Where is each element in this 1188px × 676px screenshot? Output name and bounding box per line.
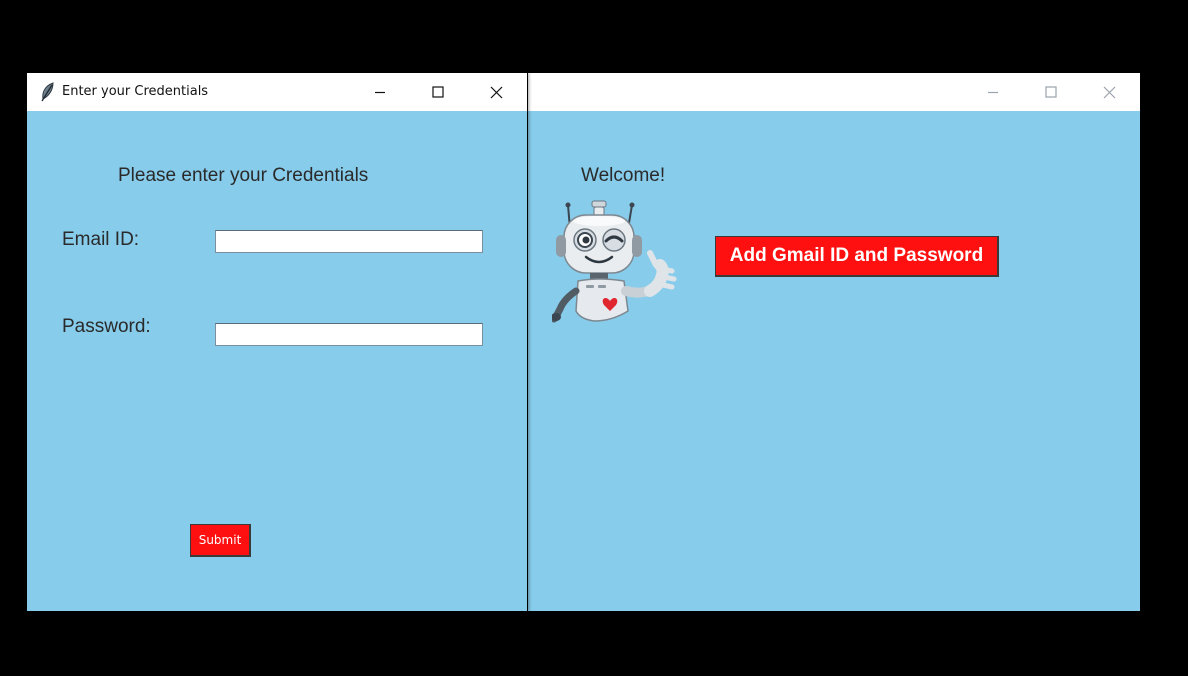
add-gmail-button[interactable]: Add Gmail ID and Password — [715, 236, 999, 277]
minimize-icon — [988, 91, 998, 94]
minimize-button[interactable] — [964, 73, 1022, 111]
feather-icon — [41, 82, 54, 102]
robot-mascot-image — [552, 200, 677, 323]
maximize-icon — [432, 86, 444, 98]
password-input[interactable] — [215, 323, 483, 346]
credentials-window-titlebar[interactable]: Enter your Credentials — [27, 73, 527, 111]
credentials-window-client-area: Please enter your Credentials Email ID: … — [27, 111, 527, 611]
welcome-text: Welcome! — [581, 165, 666, 186]
maximize-button[interactable] — [1022, 73, 1080, 111]
main-window: Welcome! Add Gmail ID and Password — [528, 73, 1140, 611]
maximize-button[interactable] — [409, 73, 467, 111]
password-label: Password: — [62, 316, 151, 337]
credentials-window-title: Enter your Credentials — [62, 84, 209, 99]
close-button[interactable] — [1080, 73, 1138, 111]
minimize-button[interactable] — [351, 73, 409, 111]
submit-button[interactable]: Submit — [190, 524, 251, 557]
minimize-icon — [375, 91, 385, 94]
close-icon — [490, 86, 502, 98]
close-icon — [1103, 86, 1115, 98]
email-input[interactable] — [215, 230, 483, 253]
credentials-window: Enter your Credentials Please enter your… — [27, 73, 527, 611]
main-window-titlebar[interactable] — [528, 73, 1140, 111]
maximize-icon — [1045, 86, 1057, 98]
email-label: Email ID: — [62, 229, 140, 250]
close-button[interactable] — [467, 73, 525, 111]
credentials-heading: Please enter your Credentials — [118, 165, 369, 186]
main-window-client-area: Welcome! Add Gmail ID and Password — [528, 111, 1140, 611]
